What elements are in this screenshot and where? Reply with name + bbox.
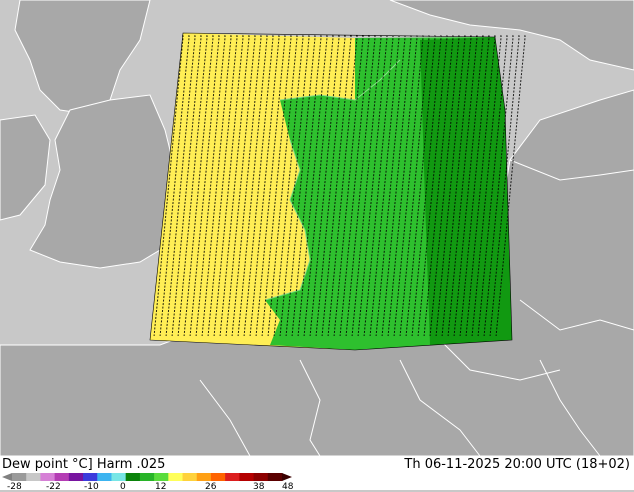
legend-swatch [97,473,112,481]
map-timestamp: Th 06-11-2025 20:00 UTC (18+02) [404,457,630,472]
legend-swatch [267,473,283,481]
legend-tick-3: -10 [84,482,99,492]
field-dark-green [420,37,512,345]
legend-swatch [111,473,127,481]
legend-swatch [139,473,155,481]
legend-tick-5: 12 [155,482,167,492]
legend-swatch [182,473,198,481]
legend-swatch [68,473,84,481]
legend-tick-1: -28 [7,482,22,492]
legend-swatch [253,473,269,481]
legend-swatch [83,473,98,481]
legend-swatch [26,473,41,481]
legend-swatch [210,473,226,481]
legend-tick-7: 38 [253,482,265,492]
color-legend [2,473,292,481]
legend-tick-6: 26 [205,482,217,492]
legend-swatch [154,473,169,481]
legend-swatch [239,473,255,481]
legend-arrow-left [2,473,12,481]
legend-swatch [40,473,56,481]
legend-tick-8: 48 [282,482,294,492]
legend-tick-4: 0 [120,482,126,492]
legend-swatch [196,473,212,481]
legend-tick-2: -22 [46,482,61,492]
legend-swatch [225,473,240,481]
legend-swatch [54,473,70,481]
map-title: Dew point °C] Harm .025 [2,457,166,472]
legend-swatch [125,473,141,481]
dew-point-map [0,0,634,490]
legend-swatch [12,473,27,481]
legend-arrow-right [282,473,292,481]
legend-swatch [168,473,184,481]
